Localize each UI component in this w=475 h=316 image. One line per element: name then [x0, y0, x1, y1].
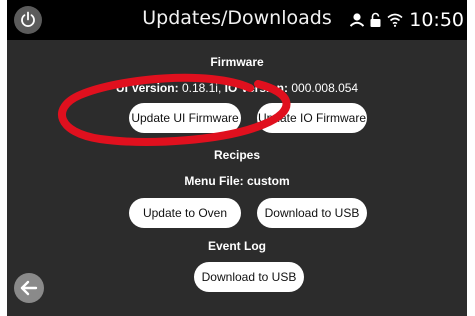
menu-file-text: Menu File: custom [184, 174, 290, 188]
event-log-section-title: Event Log [207, 239, 266, 253]
version-line: UI Version: 0.18.1i, IO Version: 000.008… [7, 81, 467, 95]
top-bar: Updates/Downloads 10:50 [7, 0, 467, 40]
back-button[interactable] [14, 273, 44, 303]
lock-icon [370, 12, 381, 27]
event-log-download-to-usb-button[interactable]: Download to USB [194, 262, 304, 292]
io-version-label: IO Version: [224, 81, 289, 95]
ui-version-value: 0.18.1i, [181, 81, 222, 95]
wifi-icon [387, 13, 403, 27]
recipes-download-to-usb-button[interactable]: Download to USB [257, 198, 367, 228]
ui-version-label: UI Version: [115, 81, 179, 95]
firmware-section-title: Firmware [210, 55, 264, 69]
arrow-left-icon [20, 280, 38, 296]
status-area: 10:50 [350, 8, 464, 32]
clock: 10:50 [409, 9, 464, 31]
screen: Updates/Downloads 10:50 Firmware UI Vers… [7, 0, 467, 316]
update-ui-firmware-button[interactable]: Update UI Firmware [129, 103, 241, 133]
io-version-value: 000.008.054 [291, 81, 359, 95]
update-to-oven-button[interactable]: Update to Oven [129, 198, 241, 228]
recipes-section-title: Recipes [213, 148, 261, 162]
update-io-firmware-button[interactable]: Update IO Firmware [257, 103, 367, 133]
user-icon [350, 13, 365, 27]
